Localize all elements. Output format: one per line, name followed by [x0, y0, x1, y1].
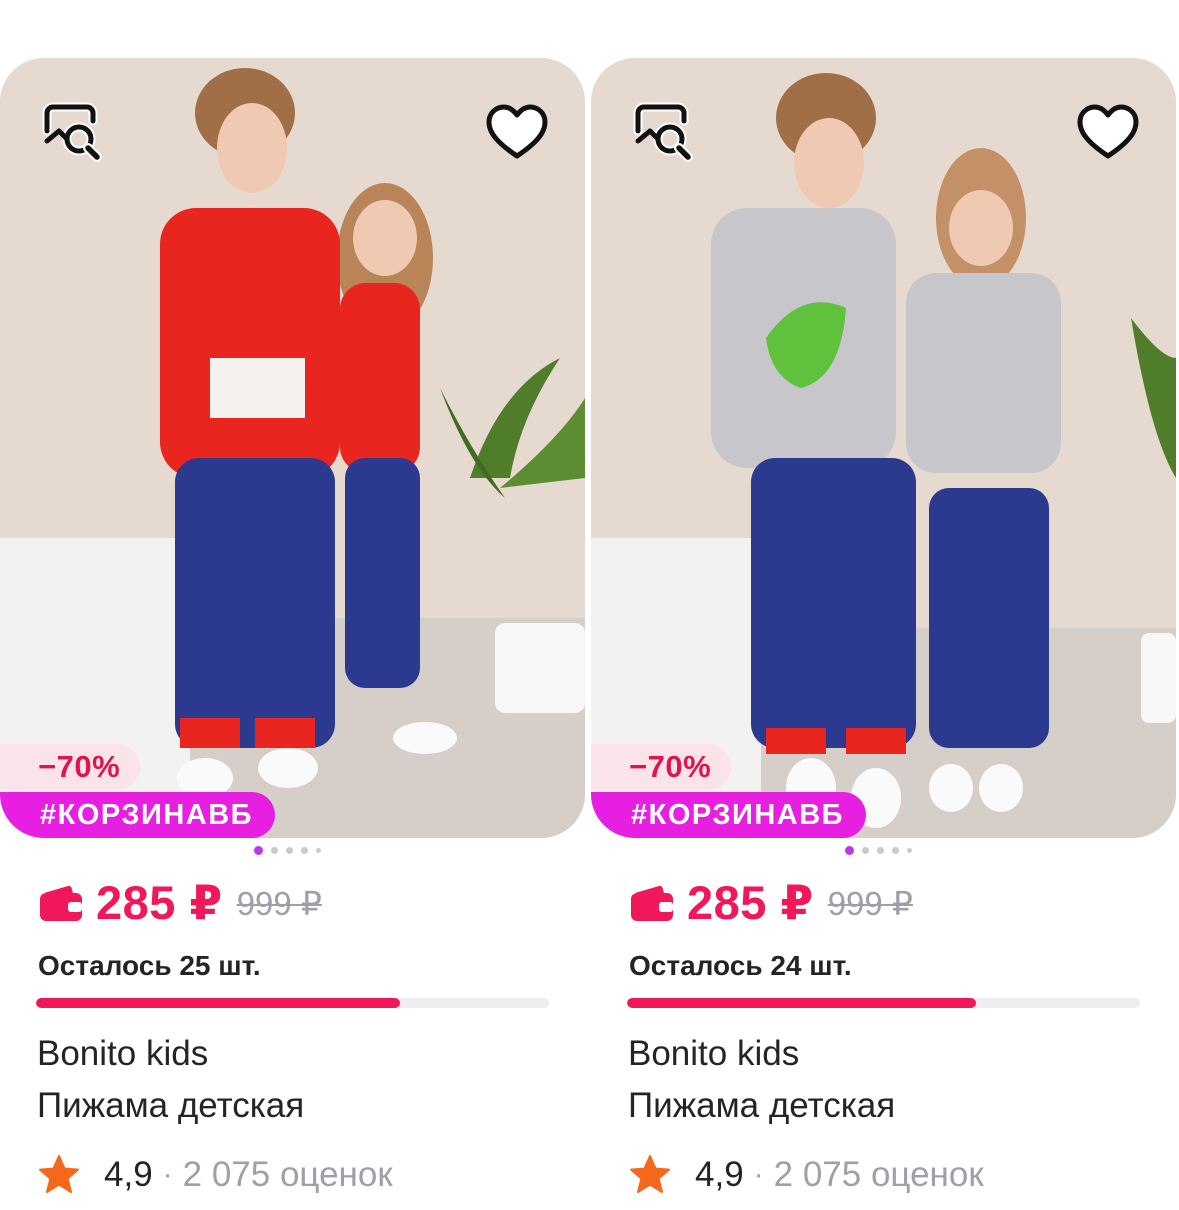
discount-badge: −70%	[0, 744, 141, 790]
stock-remaining: Осталось 24 шт.	[629, 950, 852, 981]
current-price: 285 ₽	[96, 876, 223, 929]
product-card[interactable]: −70% #КОРЗИНАВБ 285 ₽ 999 ₽ Осталось 24 …	[591, 58, 1179, 1208]
stock-progress-bar	[36, 998, 549, 1008]
heart-icon[interactable]	[1070, 94, 1146, 170]
current-price: 285 ₽	[687, 876, 814, 929]
wallet-icon	[631, 885, 673, 921]
product-name[interactable]: Пижама детская	[37, 1086, 304, 1126]
pagination-dot	[892, 847, 899, 854]
rating-row[interactable]: 4,9 · 2 075 оценок	[629, 1150, 984, 1200]
product-brand[interactable]: Bonito kids	[37, 1034, 208, 1074]
similar-search-icon[interactable]	[623, 94, 699, 170]
reviews-count: 2 075 оценок	[773, 1155, 984, 1194]
product-image	[591, 58, 1176, 838]
product-photo[interactable]: −70% #КОРЗИНАВБ	[0, 58, 585, 838]
pagination-dot	[862, 847, 869, 854]
star-icon	[39, 1155, 79, 1193]
stock-remaining: Осталось 25 шт.	[38, 950, 261, 981]
pagination-dot-active	[845, 846, 854, 855]
image-pagination	[845, 846, 912, 855]
price-row: 285 ₽ 999 ₽	[629, 873, 913, 933]
star-icon	[630, 1155, 670, 1193]
image-pagination	[254, 846, 321, 855]
discount-badge: −70%	[591, 744, 732, 790]
rating-separator: ·	[753, 1158, 764, 1191]
pagination-dot	[271, 847, 278, 854]
product-image	[0, 58, 585, 838]
rating-separator: ·	[162, 1158, 173, 1191]
pagination-dot-active	[254, 846, 263, 855]
rating-value: 4,9	[104, 1155, 153, 1194]
old-price: 999 ₽	[236, 884, 322, 922]
pagination-dot	[316, 848, 321, 853]
product-photo[interactable]: −70% #КОРЗИНАВБ	[591, 58, 1176, 838]
promo-tag-badge[interactable]: #КОРЗИНАВБ	[591, 792, 867, 838]
stock-progress-bar	[627, 998, 1140, 1008]
old-price: 999 ₽	[827, 884, 913, 922]
product-name[interactable]: Пижама детская	[628, 1086, 895, 1126]
pagination-dot	[301, 847, 308, 854]
product-brand[interactable]: Bonito kids	[628, 1034, 799, 1074]
stock-progress-fill	[627, 998, 976, 1008]
pagination-dot	[907, 848, 912, 853]
similar-search-icon[interactable]	[32, 94, 108, 170]
promo-tag-badge[interactable]: #КОРЗИНАВБ	[0, 792, 276, 838]
heart-icon[interactable]	[479, 94, 555, 170]
rating-row[interactable]: 4,9 · 2 075 оценок	[38, 1150, 393, 1200]
wallet-icon	[40, 885, 82, 921]
rating-value: 4,9	[695, 1155, 744, 1194]
pagination-dot	[877, 847, 884, 854]
product-card[interactable]: −70% #КОРЗИНАВБ 285 ₽ 999 ₽ Осталось 25 …	[0, 58, 588, 1208]
pagination-dot	[286, 847, 293, 854]
reviews-count: 2 075 оценок	[182, 1155, 393, 1194]
price-row: 285 ₽ 999 ₽	[38, 873, 322, 933]
stock-progress-fill	[36, 998, 401, 1008]
